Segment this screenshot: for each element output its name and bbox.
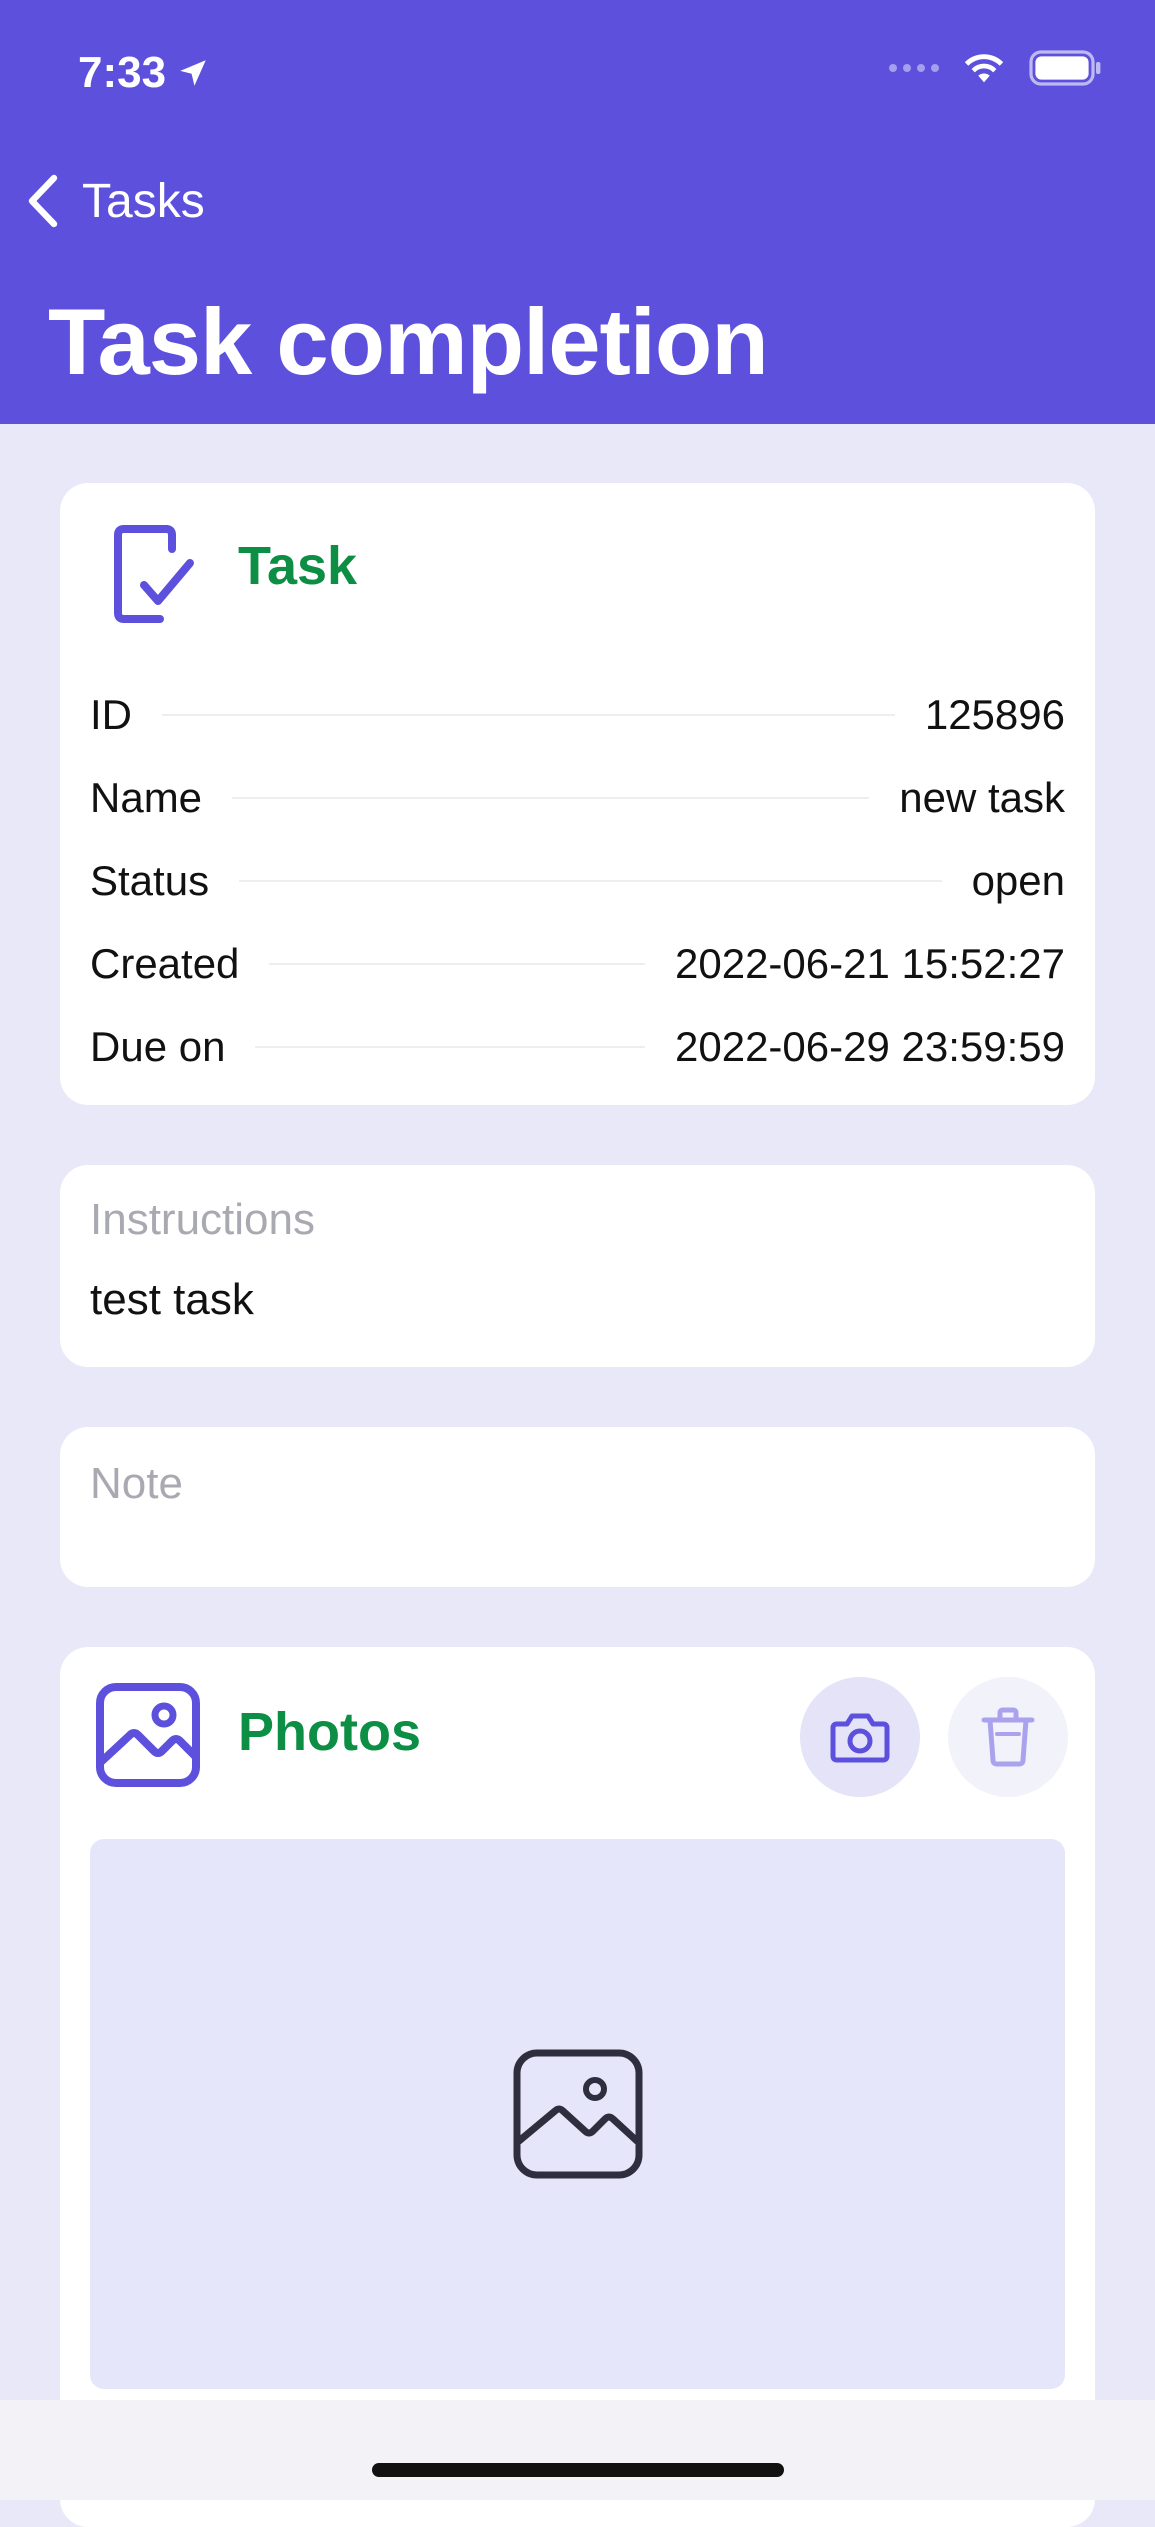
detail-label: Status xyxy=(90,856,210,904)
battery-icon xyxy=(1029,50,1101,86)
back-label[interactable]: Tasks xyxy=(82,174,205,229)
detail-label: Name xyxy=(90,773,203,821)
detail-value: 2022-06-21 15:52:27 xyxy=(675,939,1065,987)
task-check-icon xyxy=(114,525,194,623)
detail-row-due-on: Due on 2022-06-29 23:59:59 xyxy=(90,1005,1065,1088)
row-divider xyxy=(269,962,645,965)
home-indicator[interactable] xyxy=(372,2463,784,2477)
row-divider xyxy=(255,1045,645,1048)
detail-row-id: ID 125896 xyxy=(90,673,1065,756)
task-card: Task ID 125896 Name new task Status open… xyxy=(60,483,1095,1105)
note-placeholder[interactable]: Note xyxy=(90,1459,183,1509)
detail-label: ID xyxy=(90,690,132,738)
detail-row-status: Status open xyxy=(90,839,1065,922)
time-text: 7:33 xyxy=(78,48,167,97)
wifi-icon xyxy=(964,54,1004,83)
camera-button[interactable] xyxy=(800,1677,920,1797)
image-icon xyxy=(96,1683,200,1787)
detail-row-created: Created 2022-06-21 15:52:27 xyxy=(90,922,1065,1005)
task-section-title: Task xyxy=(238,536,358,596)
trash-icon xyxy=(981,1707,1035,1767)
detail-row-name: Name new task xyxy=(90,756,1065,839)
photos-section-title: Photos xyxy=(238,1702,421,1762)
nav-header: 7:33 Tasks Task completion xyxy=(0,0,1155,424)
detail-value: 2022-06-29 23:59:59 xyxy=(675,1022,1065,1070)
bottom-safe-area xyxy=(0,2400,1155,2500)
note-field[interactable]: Note xyxy=(60,1427,1095,1587)
image-placeholder-icon xyxy=(513,2049,642,2179)
back-button[interactable]: Tasks xyxy=(26,172,205,230)
location-arrow-icon xyxy=(180,60,206,86)
page-title: Task completion xyxy=(48,289,769,394)
photos-card: Photos xyxy=(60,1647,1095,2527)
detail-label: Created xyxy=(90,939,240,987)
row-divider xyxy=(239,879,942,882)
instructions-card: Instructions test task xyxy=(60,1165,1095,1367)
signal-icon xyxy=(889,64,939,72)
instructions-label: Instructions xyxy=(90,1195,315,1244)
row-divider xyxy=(232,796,870,799)
status-bar-indicators xyxy=(889,50,1103,86)
instructions-value: test task xyxy=(90,1275,254,1324)
chevron-left-icon xyxy=(28,174,58,228)
detail-value: 125896 xyxy=(924,690,1065,738)
detail-value: new task xyxy=(899,773,1065,821)
row-divider xyxy=(162,713,895,716)
status-bar-time: 7:33 xyxy=(78,48,210,98)
delete-button[interactable] xyxy=(948,1677,1068,1797)
detail-value: open xyxy=(971,856,1065,904)
detail-label: Due on xyxy=(90,1022,226,1070)
task-details: ID 125896 Name new task Status open Crea… xyxy=(90,673,1065,1088)
photo-placeholder[interactable] xyxy=(90,1839,1065,2389)
camera-icon xyxy=(830,1713,890,1763)
